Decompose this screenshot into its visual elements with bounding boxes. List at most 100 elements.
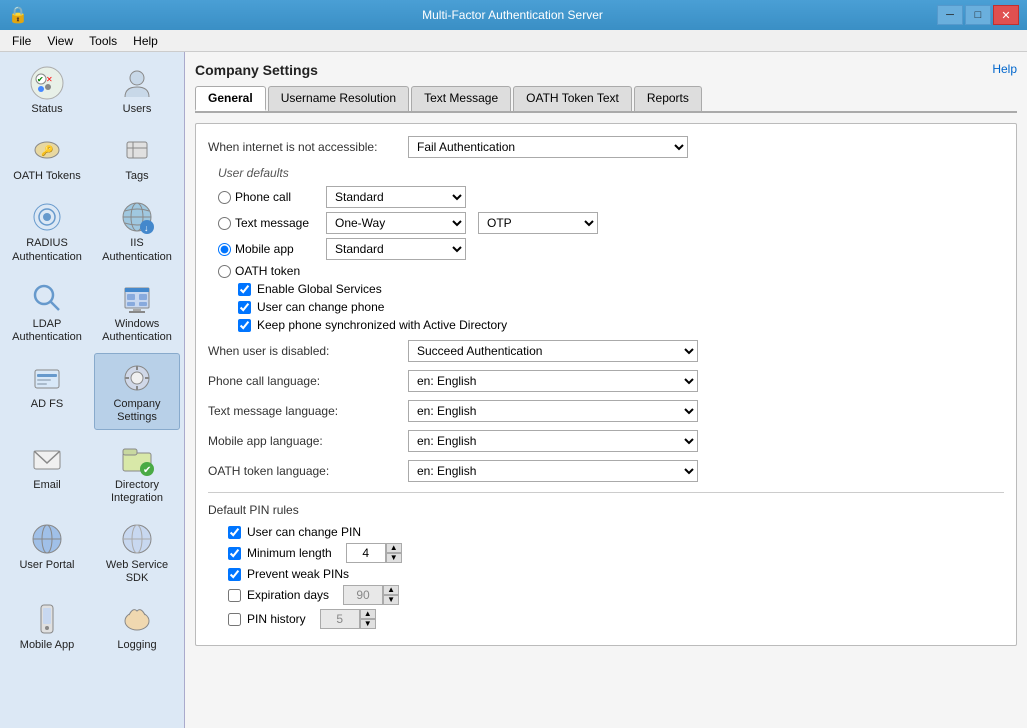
pin-history-checkbox[interactable] [228, 613, 241, 626]
oath-token-radio[interactable] [218, 265, 231, 278]
menu-bar: File View Tools Help [0, 30, 1027, 52]
mobile-app-row: Mobile app Standard Custom [218, 238, 1004, 260]
tab-oath[interactable]: OATH Token Text [513, 86, 632, 111]
enable-global-row[interactable]: Enable Global Services [238, 282, 1004, 296]
mobile-app-select[interactable]: Standard Custom [326, 238, 466, 260]
sidebar-item-company[interactable]: Company Settings [94, 353, 180, 429]
expiration-row[interactable]: Expiration days ▲ ▼ [228, 585, 1004, 605]
text-message-radio[interactable] [218, 217, 231, 230]
sidebar-label-directory: Directory Integration [97, 479, 177, 505]
user-disabled-select[interactable]: Succeed Authentication Fail Authenticati… [408, 340, 698, 362]
pin-history-spinner-buttons: ▲ ▼ [360, 609, 376, 629]
mobile-lang-select[interactable]: en: English fr: French [408, 430, 698, 452]
min-length-up[interactable]: ▲ [386, 543, 402, 553]
user-change-pin-label: User can change PIN [247, 525, 361, 539]
tab-textmessage[interactable]: Text Message [411, 86, 511, 111]
expiration-spinner-buttons: ▲ ▼ [383, 585, 399, 605]
tab-username[interactable]: Username Resolution [268, 86, 409, 111]
mobile-lang-row: Mobile app language: en: English fr: Fre… [208, 430, 1004, 452]
mobile-app-radio[interactable] [218, 243, 231, 256]
directory-icon: ✔ [117, 439, 157, 479]
sidebar-label-email: Email [33, 479, 61, 492]
sidebar-label-ldap: LDAP Authentication [7, 318, 87, 344]
sidebar-item-directory[interactable]: ✔ Directory Integration [94, 434, 180, 510]
adfs-icon [27, 358, 67, 398]
help-link[interactable]: Help [992, 62, 1017, 76]
prevent-weak-row[interactable]: Prevent weak PINs [228, 567, 1004, 581]
min-length-input[interactable] [346, 543, 386, 563]
pin-history-up[interactable]: ▲ [360, 609, 376, 619]
text-message-select[interactable]: One-Way Two-Way [326, 212, 466, 234]
sidebar-item-status[interactable]: ✔ ✕ Status [4, 58, 90, 121]
sidebar-item-portal[interactable]: User Portal [4, 514, 90, 590]
sidebar-item-mobileapp[interactable]: Mobile App [4, 594, 90, 657]
close-button[interactable]: ✕ [993, 5, 1019, 25]
phone-lang-select[interactable]: en: English fr: French [408, 370, 698, 392]
sidebar-item-users[interactable]: Users [94, 58, 180, 121]
portal-icon [27, 519, 67, 559]
menu-view[interactable]: View [39, 32, 81, 50]
svg-text:🔑: 🔑 [41, 144, 54, 157]
tab-bar: General Username Resolution Text Message… [195, 86, 1017, 113]
oath-lang-select[interactable]: en: English fr: French [408, 460, 698, 482]
sidebar-item-iis[interactable]: ↓ IIS Authentication [94, 192, 180, 268]
phone-call-radio-label[interactable]: Phone call [218, 190, 318, 204]
min-length-down[interactable]: ▼ [386, 553, 402, 563]
text-lang-label: Text message language: [208, 404, 408, 418]
window-controls: ─ □ ✕ [937, 5, 1019, 25]
menu-tools[interactable]: Tools [81, 32, 125, 50]
text-lang-select[interactable]: en: English fr: French [408, 400, 698, 422]
mobile-app-radio-label[interactable]: Mobile app [218, 242, 318, 256]
text-lang-row: Text message language: en: English fr: F… [208, 400, 1004, 422]
min-length-row[interactable]: Minimum length ▲ ▼ [228, 543, 1004, 563]
users-icon [117, 63, 157, 103]
tab-general[interactable]: General [195, 86, 266, 111]
sidebar-item-ldap[interactable]: LDAP Authentication [4, 273, 90, 349]
prevent-weak-checkbox[interactable] [228, 568, 241, 581]
user-change-pin-row[interactable]: User can change PIN [228, 525, 1004, 539]
text-message-radio-label[interactable]: Text message [218, 216, 318, 230]
iis-icon: ↓ [117, 197, 157, 237]
user-change-phone-checkbox[interactable] [238, 301, 251, 314]
sidebar-item-webservice[interactable]: Web Service SDK [94, 514, 180, 590]
menu-help[interactable]: Help [125, 32, 166, 50]
pin-rules-label: Default PIN rules [208, 503, 1004, 517]
expiration-label: Expiration days [247, 588, 329, 602]
restore-button[interactable]: □ [965, 5, 991, 25]
pin-history-input[interactable] [320, 609, 360, 629]
minimize-button[interactable]: ─ [937, 5, 963, 25]
expiration-down[interactable]: ▼ [383, 595, 399, 605]
enable-global-checkbox[interactable] [238, 283, 251, 296]
sidebar-item-adfs[interactable]: AD FS [4, 353, 90, 429]
keep-phone-sync-row[interactable]: Keep phone synchronized with Active Dire… [238, 318, 1004, 332]
expiration-checkbox[interactable] [228, 589, 241, 602]
menu-file[interactable]: File [4, 32, 39, 50]
keep-phone-sync-checkbox[interactable] [238, 319, 251, 332]
phone-call-select[interactable]: Standard Custom [326, 186, 466, 208]
text-otp-select[interactable]: OTP PIN+OTP [478, 212, 598, 234]
pin-history-label: PIN history [247, 612, 306, 626]
internet-select[interactable]: Fail Authentication Succeed Authenticati… [408, 136, 688, 158]
min-length-checkbox[interactable] [228, 547, 241, 560]
pin-history-row[interactable]: PIN history ▲ ▼ [228, 609, 1004, 629]
user-change-phone-row[interactable]: User can change phone [238, 300, 1004, 314]
main-container: ✔ ✕ Status Users 🔑 [0, 52, 1027, 728]
language-section: When user is disabled: Succeed Authentic… [208, 340, 1004, 482]
webservice-icon [117, 519, 157, 559]
sidebar-label-oath: OATH Tokens [13, 170, 80, 183]
tab-reports[interactable]: Reports [634, 86, 702, 111]
phone-call-radio[interactable] [218, 191, 231, 204]
user-change-pin-checkbox[interactable] [228, 526, 241, 539]
sidebar-item-oath-tokens[interactable]: 🔑 OATH Tokens [4, 125, 90, 188]
sidebar-item-logging[interactable]: Logging [94, 594, 180, 657]
sidebar-label-portal: User Portal [19, 559, 74, 572]
sidebar-item-radius[interactable]: RADIUS Authentication [4, 192, 90, 268]
expiration-input[interactable] [343, 585, 383, 605]
sidebar-item-email[interactable]: Email [4, 434, 90, 510]
sidebar-item-tags[interactable]: Tags [94, 125, 180, 188]
sidebar-item-windows[interactable]: Windows Authentication [94, 273, 180, 349]
sidebar-label-radius: RADIUS Authentication [7, 237, 87, 263]
pin-history-down[interactable]: ▼ [360, 619, 376, 629]
oath-token-radio-label[interactable]: OATH token [218, 264, 318, 278]
expiration-up[interactable]: ▲ [383, 585, 399, 595]
